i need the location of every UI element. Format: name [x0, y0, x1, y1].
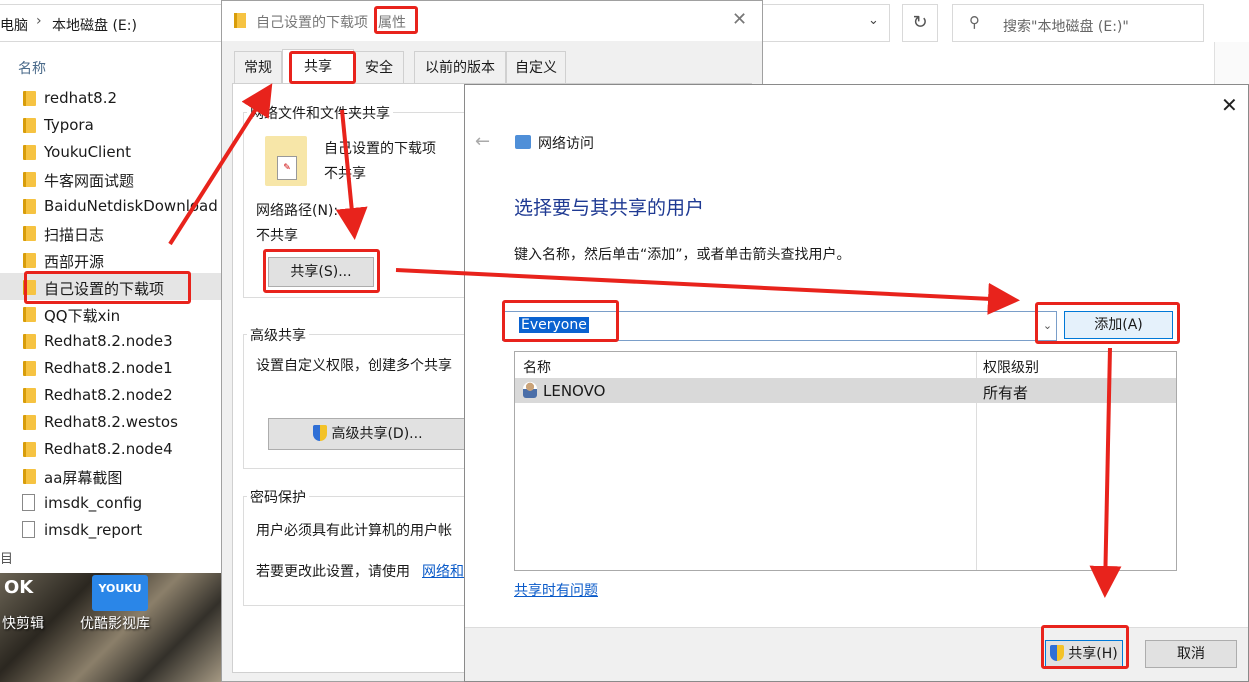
list-item[interactable]: Redhat8.2.node3: [0, 327, 222, 354]
network-access-dialog: ✕ ← 网络访问 选择要与其共享的用户 键入名称，然后单击“添加”，或者单击箭头…: [464, 84, 1249, 682]
youku-icon[interactable]: YOUKU: [92, 575, 148, 611]
tab-security[interactable]: 安全: [354, 51, 404, 83]
search-icon: ⚲: [969, 13, 980, 31]
user-name-cell: LENOVO: [543, 382, 606, 400]
breadcrumb-item[interactable]: 电脑: [0, 15, 28, 35]
group-title: 密码保护: [247, 487, 309, 507]
folder-icon: [23, 145, 36, 160]
highlight-box: [1041, 625, 1129, 669]
network-users-icon: [515, 135, 531, 149]
folder-share-status: 不共享: [324, 166, 366, 182]
tab-previous-versions[interactable]: 以前的版本: [414, 51, 506, 83]
user-icon: [523, 382, 537, 398]
advanced-sharing-description: 设置自定义权限，创建多个共享: [256, 358, 452, 374]
user-permission-table: 名称 权限级别 LENOVO 所有者: [514, 351, 1177, 571]
folder-icon: [23, 442, 36, 457]
list-item[interactable]: 西部开源: [0, 246, 222, 273]
tab-customize[interactable]: 自定义: [506, 51, 566, 83]
list-item[interactable]: 扫描日志: [0, 219, 222, 246]
folder-name: 自己设置的下载项: [324, 141, 436, 157]
sharing-help-link[interactable]: 共享时有问题: [514, 580, 598, 600]
list-item[interactable]: Typora: [0, 111, 222, 138]
network-center-link[interactable]: 网络和: [422, 561, 464, 581]
list-item[interactable]: QQ下载xin: [0, 300, 222, 327]
folder-icon: [23, 307, 36, 322]
sidebar-fragment: 目: [0, 552, 14, 567]
breadcrumb-separator-icon: ›: [36, 13, 42, 29]
password-change-text: 若要更改此设置，请使用: [256, 564, 410, 580]
highlight-box: [24, 271, 191, 304]
kuaijianji-icon[interactable]: OK: [4, 577, 54, 609]
list-item[interactable]: Redhat8.2.westos: [0, 408, 222, 435]
highlight-box: [502, 300, 619, 342]
desktop-background: OK YOUKU 快剪辑 优酷影视库: [0, 573, 222, 682]
list-item[interactable]: redhat8.2: [0, 84, 222, 111]
list-item[interactable]: imsdk_report: [0, 516, 222, 543]
list-item[interactable]: aa屏幕截图: [0, 462, 222, 489]
back-arrow-icon[interactable]: ←: [475, 131, 490, 152]
document-icon: [22, 521, 35, 538]
column-header-name[interactable]: 名称: [18, 58, 46, 78]
shield-icon: [313, 425, 328, 441]
folder-icon: [23, 91, 36, 106]
column-header-permission[interactable]: 权限级别: [983, 357, 1039, 377]
folder-icon: [23, 388, 36, 403]
list-item[interactable]: Redhat8.2.node2: [0, 381, 222, 408]
search-box[interactable]: ⚲ 搜索"本地磁盘 (E:)": [952, 4, 1204, 42]
highlight-box: [374, 6, 418, 34]
table-header: 名称 权限级别: [515, 352, 1176, 376]
list-item[interactable]: imsdk_config: [0, 489, 222, 516]
instruction-text: 键入名称，然后单击“添加”，或者单击箭头查找用户。: [514, 247, 851, 263]
network-path-label: 网络路径(N):: [256, 203, 339, 219]
close-icon[interactable]: ✕: [1221, 93, 1238, 117]
password-description: 用户必须具有此计算机的用户帐: [256, 523, 452, 539]
network-path-value: 不共享: [256, 228, 298, 244]
dialog-title: 自己设置的下载项: [256, 15, 368, 31]
folder-icon: [23, 199, 36, 214]
document-icon: [22, 494, 35, 511]
list-item[interactable]: 牛客网面试题: [0, 165, 222, 192]
folder-icon: [23, 226, 36, 241]
file-list: redhat8.2 Typora YoukuClient 牛客网面试题 Baid…: [0, 84, 222, 543]
group-title: 网络文件和文件夹共享: [247, 103, 393, 123]
breadcrumb-item[interactable]: 本地磁盘 (E:): [52, 15, 137, 35]
dialog-title: 网络访问: [538, 136, 594, 152]
highlight-box: [289, 51, 356, 84]
chevron-down-icon[interactable]: ⌄: [868, 13, 879, 28]
folder-icon: [23, 469, 36, 484]
desktop-icon-label[interactable]: 快剪辑: [2, 613, 44, 633]
folder-icon: [234, 13, 246, 28]
tab-general[interactable]: 常规: [234, 51, 282, 83]
list-item[interactable]: BaiduNetdiskDownload: [0, 192, 222, 219]
shared-folder-icon: ✎: [265, 136, 307, 186]
list-item[interactable]: Redhat8.2.node4: [0, 435, 222, 462]
folder-icon: [23, 253, 36, 268]
group-title: 高级共享: [247, 325, 309, 345]
permission-level-cell[interactable]: 所有者: [983, 382, 1028, 403]
folder-icon: [23, 118, 36, 133]
highlight-box: [263, 249, 380, 293]
highlight-box: [1035, 302, 1180, 344]
table-row[interactable]: LENOVO 所有者: [515, 378, 1176, 403]
dialog-footer: 共享(H) 取消: [465, 627, 1248, 681]
cancel-button[interactable]: 取消: [1145, 640, 1237, 668]
folder-icon: [23, 172, 36, 187]
folder-icon: [23, 415, 36, 430]
folder-icon: [23, 334, 36, 349]
folder-icon: [23, 361, 36, 376]
page-heading: 选择要与其共享的用户: [514, 197, 705, 219]
desktop-icon-label[interactable]: 优酷影视库: [80, 613, 150, 633]
column-header-name[interactable]: 名称: [523, 357, 551, 377]
list-item[interactable]: YoukuClient: [0, 138, 222, 165]
close-icon[interactable]: ✕: [732, 9, 747, 30]
list-item[interactable]: Redhat8.2.node1: [0, 354, 222, 381]
advanced-sharing-button[interactable]: 高级共享(D)...: [268, 418, 468, 450]
refresh-button[interactable]: ↻: [902, 4, 938, 42]
dialog-titlebar: 自己设置的下载项 属性 ✕: [222, 1, 762, 41]
search-placeholder: 搜索"本地磁盘 (E:)": [1003, 19, 1129, 35]
